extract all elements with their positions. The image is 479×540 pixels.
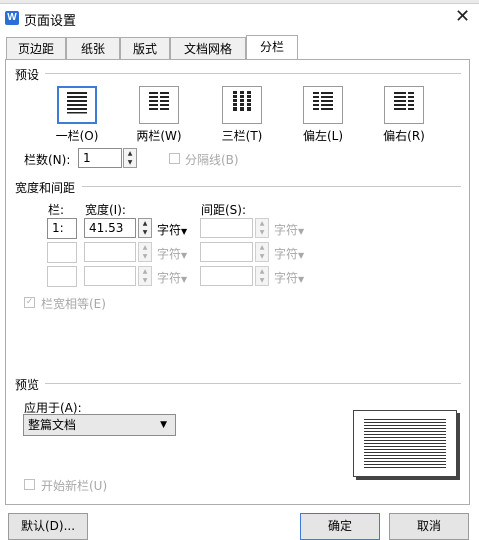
equal-width-checkbox[interactable]: ✓ [24, 297, 35, 308]
tab-columns[interactable]: 分栏 [246, 35, 298, 59]
width-unit-dropdown-1[interactable]: 字符▼ [157, 221, 187, 238]
column-count-label: 栏数(N): [24, 153, 71, 167]
column-width-spinner-1[interactable]: ▲ ▼ [138, 218, 152, 238]
apply-to-value: 整篇文档 [28, 418, 77, 432]
column-number-1: 1: [47, 218, 77, 239]
chevron-down-icon: ▼ [160, 420, 167, 430]
column-spacing-input-2[interactable] [200, 242, 253, 262]
column-width-spinner-2[interactable]: ▲ ▼ [138, 242, 152, 262]
preset-two-columns-button[interactable] [139, 86, 179, 124]
preset-one-column-button[interactable] [57, 86, 97, 124]
preview-divider [45, 383, 461, 384]
col-header: 栏: [48, 203, 65, 217]
ok-button[interactable]: 确定 [300, 513, 380, 540]
width-header: 宽度(I): [85, 203, 126, 217]
width-unit-label-2: 字符 [157, 247, 182, 261]
width-unit-label-3: 字符 [157, 271, 182, 285]
title-bar: W 页面设置 ✕ [0, 3, 479, 29]
preview-heading: 预览 [15, 378, 40, 392]
preset-three-columns-button[interactable] [222, 86, 262, 124]
preview-page [353, 410, 457, 477]
spacing-unit-dropdown-1[interactable]: 字符▼ [274, 221, 304, 238]
width-spacing-divider [82, 186, 461, 187]
cancel-button[interactable]: 取消 [389, 513, 469, 540]
left-column-icon [313, 92, 333, 110]
chevron-down-icon: ▼ [181, 251, 188, 260]
column-width-spinner-3[interactable]: ▲ ▼ [138, 266, 152, 286]
preset-three-columns-label: 三栏(T) [221, 129, 263, 143]
preset-one-column-label: 一栏(O) [55, 129, 99, 143]
column-count-spinner[interactable]: ▲ ▼ [123, 148, 137, 168]
column-spacing-input-3[interactable] [200, 266, 253, 286]
preset-right-label: 偏右(R) [383, 129, 425, 143]
column-count-input[interactable]: 1 [78, 148, 122, 168]
close-icon[interactable]: ✕ [455, 8, 470, 26]
spacing-unit-dropdown-3[interactable]: 字符▼ [274, 269, 304, 286]
width-spacing-heading: 宽度和间距 [15, 181, 76, 195]
spacing-header: 间距(S): [201, 203, 247, 217]
column-spacing-input-1[interactable] [200, 218, 253, 238]
column-number-2 [47, 242, 77, 263]
new-column-label: 开始新栏(U) [41, 479, 108, 493]
chevron-down-icon: ▼ [181, 275, 188, 284]
chevron-down-icon: ▼ [298, 251, 305, 260]
column-spacing-spinner-2[interactable]: ▲ ▼ [255, 242, 269, 262]
preset-divider [45, 73, 461, 74]
new-column-checkbox[interactable] [24, 479, 35, 490]
preset-left-label: 偏左(L) [302, 129, 344, 143]
chevron-down-icon: ▼ [298, 227, 305, 236]
tab-margins[interactable]: 页边距 [6, 37, 66, 59]
column-width-input-1[interactable]: 41.53 [84, 218, 136, 238]
width-unit-dropdown-3[interactable]: 字符▼ [157, 269, 187, 286]
three-columns-icon [232, 91, 254, 111]
equal-width-label: 栏宽相等(E) [41, 297, 106, 311]
window-title: 页面设置 [24, 14, 77, 29]
width-unit-label-1: 字符 [157, 223, 182, 237]
preset-heading: 预设 [15, 68, 40, 82]
wps-writer-icon: W [5, 11, 19, 25]
spacing-unit-label-2: 字符 [274, 247, 299, 261]
spacing-unit-label-3: 字符 [274, 271, 299, 285]
chevron-down-icon: ▼ [181, 227, 188, 236]
tab-document-grid[interactable]: 文档网格 [170, 37, 246, 59]
preview-lines-image [364, 419, 446, 468]
tab-paper[interactable]: 纸张 [66, 37, 120, 59]
spacing-unit-dropdown-2[interactable]: 字符▼ [274, 245, 304, 262]
column-spacing-spinner-3[interactable]: ▲ ▼ [255, 266, 269, 286]
column-spacing-spinner-1[interactable]: ▲ ▼ [255, 218, 269, 238]
separator-checkbox[interactable] [169, 153, 180, 164]
default-button[interactable]: 默认(D)... [8, 513, 88, 540]
column-width-input-3[interactable] [84, 266, 136, 286]
column-width-input-2[interactable] [84, 242, 136, 262]
separator-label: 分隔线(B) [185, 153, 239, 167]
tab-layout[interactable]: 版式 [120, 37, 170, 59]
right-column-icon [394, 92, 414, 110]
width-unit-dropdown-2[interactable]: 字符▼ [157, 245, 187, 262]
one-column-icon [67, 92, 87, 114]
column-number-3 [47, 266, 77, 287]
chevron-down-icon: ▼ [298, 275, 305, 284]
two-columns-icon [149, 92, 169, 110]
preset-left-button[interactable] [303, 86, 343, 124]
spacing-unit-label-1: 字符 [274, 223, 299, 237]
apply-to-select[interactable]: 整篇文档 ▼ [23, 414, 176, 436]
preset-right-button[interactable] [384, 86, 424, 124]
preset-two-columns-label: 两栏(W) [136, 129, 182, 143]
